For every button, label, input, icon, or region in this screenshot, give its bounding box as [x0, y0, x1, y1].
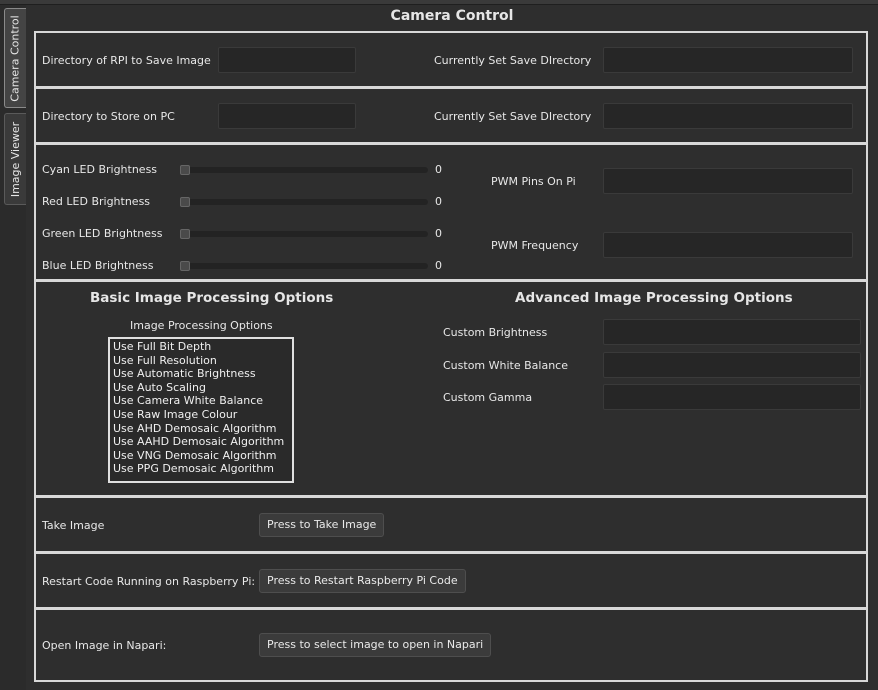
cyan-led-slider-handle[interactable] — [180, 165, 190, 175]
blue-led-value: 0 — [435, 259, 442, 272]
led-brightness-section: Cyan LED Brightness 0 Red LED Brightness… — [34, 143, 868, 281]
blue-led-slider[interactable] — [180, 261, 428, 271]
open-napari-label: Open Image in Napari: — [42, 639, 167, 652]
custom-gamma-input[interactable] — [603, 384, 861, 410]
basic-processing-header: Basic Image Processing Options — [90, 290, 334, 306]
pwm-frequency-input[interactable] — [603, 232, 853, 258]
restart-code-section: Restart Code Running on Raspberry Pi: Pr… — [34, 552, 868, 609]
rpi-current-directory-label: Currently Set Save DIrectory — [434, 54, 592, 67]
green-led-slider-handle[interactable] — [180, 229, 190, 239]
processing-option-item[interactable]: Use Camera White Balance — [113, 394, 289, 408]
pc-current-directory-label: Currently Set Save DIrectory — [434, 110, 592, 123]
processing-option-item[interactable]: Use Full Bit Depth — [113, 340, 289, 354]
processing-option-item[interactable]: Use Raw Image Colour — [113, 408, 289, 422]
take-image-section: Take Image Press to Take Image — [34, 496, 868, 553]
image-processing-section: Basic Image Processing Options Image Pro… — [34, 280, 868, 497]
custom-brightness-input[interactable] — [603, 319, 861, 345]
pc-directory-label: Directory to Store on PC — [42, 110, 175, 123]
green-led-value: 0 — [435, 227, 442, 240]
processing-options-list[interactable]: Use Full Bit Depth Use Full Resolution Use… — [108, 337, 294, 483]
tab-camera-control-label: Camera Control — [9, 14, 22, 102]
red-led-value: 0 — [435, 195, 442, 208]
open-napari-section: Open Image in Napari: Press to select im… — [34, 608, 868, 682]
open-napari-button[interactable]: Press to select image to open in Napari — [259, 633, 492, 657]
processing-option-item[interactable]: Use AAHD Demosaic Algorithm — [113, 435, 289, 449]
rpi-current-directory-display — [603, 47, 853, 73]
restart-code-label: Restart Code Running on Raspberry Pi: — [42, 575, 256, 588]
pwm-pins-label: PWM Pins On Pi — [491, 175, 576, 188]
advanced-processing-header: Advanced Image Processing Options — [515, 290, 793, 306]
custom-white-balance-label: Custom White Balance — [443, 359, 568, 372]
red-led-label: Red LED Brightness — [42, 195, 151, 208]
take-image-button[interactable]: Press to Take Image — [259, 513, 385, 537]
blue-led-slider-handle[interactable] — [180, 261, 190, 271]
restart-code-button[interactable]: Press to Restart Raspberry Pi Code — [259, 569, 466, 593]
rpi-directory-section: Directory of RPI to Save Image Currently… — [34, 31, 868, 88]
processing-option-item[interactable]: Use VNG Demosaic Algorithm — [113, 449, 289, 463]
processing-option-item[interactable]: Use Auto Scaling — [113, 381, 289, 395]
custom-white-balance-input[interactable] — [603, 352, 861, 378]
pwm-pins-input[interactable] — [603, 168, 853, 194]
custom-gamma-label: Custom Gamma — [443, 391, 533, 404]
blue-led-label: Blue LED Brightness — [42, 259, 154, 272]
cyan-led-slider[interactable] — [180, 165, 428, 175]
pc-current-directory-display — [603, 103, 853, 129]
cyan-led-label: Cyan LED Brightness — [42, 163, 158, 176]
green-led-slider[interactable] — [180, 229, 428, 239]
cyan-led-value: 0 — [435, 163, 442, 176]
page-title: Camera Control — [390, 8, 514, 24]
pc-directory-section: Directory to Store on PC Currently Set S… — [34, 87, 868, 144]
take-image-label: Take Image — [42, 519, 105, 532]
pwm-frequency-label: PWM Frequency — [491, 239, 579, 252]
processing-option-item[interactable]: Use Automatic Brightness — [113, 367, 289, 381]
processing-option-item[interactable]: Use Full Resolution — [113, 354, 289, 368]
processing-option-item[interactable]: Use AHD Demosaic Algorithm — [113, 422, 289, 436]
vertical-tab-bar: Camera Control Image Viewer — [0, 5, 26, 690]
processing-options-title: Image Processing Options — [130, 319, 273, 332]
rpi-directory-input[interactable] — [218, 47, 356, 73]
processing-option-item[interactable]: Use PPG Demosaic Algorithm — [113, 462, 289, 476]
tab-camera-control[interactable]: Camera Control — [4, 8, 26, 108]
tab-image-viewer[interactable]: Image Viewer — [4, 113, 26, 205]
tab-image-viewer-label: Image Viewer — [9, 121, 22, 197]
pc-directory-input[interactable] — [218, 103, 356, 129]
green-led-label: Green LED Brightness — [42, 227, 163, 240]
red-led-slider[interactable] — [180, 197, 428, 207]
red-led-slider-handle[interactable] — [180, 197, 190, 207]
custom-brightness-label: Custom Brightness — [443, 326, 548, 339]
rpi-directory-label: Directory of RPI to Save Image — [42, 54, 211, 67]
